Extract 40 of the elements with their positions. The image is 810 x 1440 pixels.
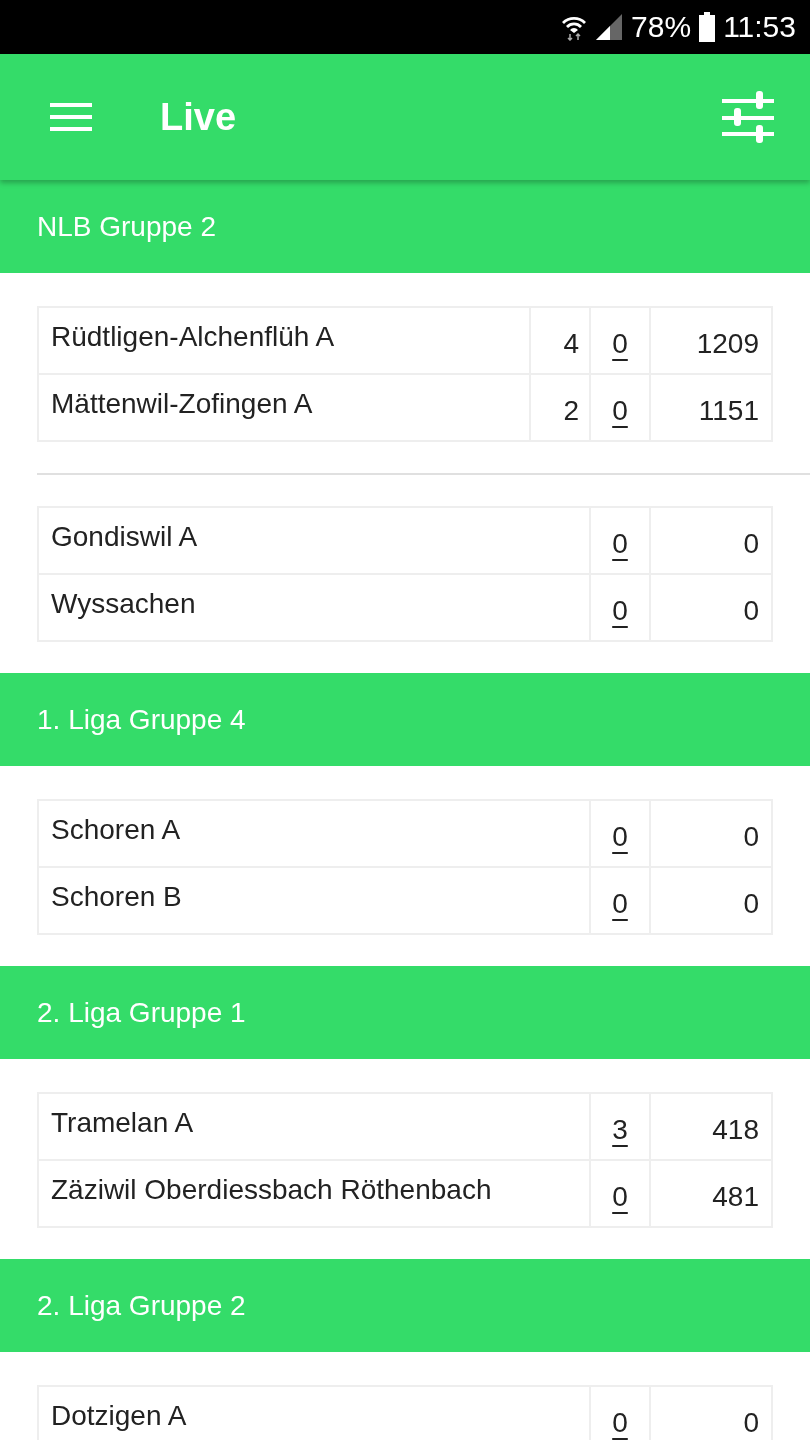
team-cell: Tramelan A xyxy=(38,1093,590,1160)
set-link[interactable]: 0 xyxy=(612,883,628,918)
score-cell: 1151 xyxy=(650,374,772,441)
score-cell: 0 xyxy=(650,867,772,934)
table-cell: 2 xyxy=(530,374,590,441)
table-cell: 4 xyxy=(530,307,590,374)
team-cell: Zäziwil Oberdiessbach Röthenbach xyxy=(38,1160,590,1227)
group-title: 2. Liga Gruppe 2 xyxy=(37,1288,246,1323)
score-cell: 481 xyxy=(650,1160,772,1227)
set-link[interactable]: 0 xyxy=(612,390,628,425)
group-title: NLB Gruppe 2 xyxy=(37,209,216,244)
set-link[interactable]: 0 xyxy=(612,1176,628,1211)
team-cell: Schoren A xyxy=(38,800,590,867)
signal-icon xyxy=(595,13,624,41)
set-link[interactable]: 0 xyxy=(612,590,628,625)
score-cell: 418 xyxy=(650,1093,772,1160)
score-cell: 0 xyxy=(650,574,772,641)
clock: 11:53 xyxy=(723,12,796,42)
set-link[interactable]: 0 xyxy=(612,1402,628,1437)
menu-icon[interactable] xyxy=(50,102,92,132)
app-title: Live xyxy=(160,95,238,139)
team-cell: Rüdtligen-Alchenflüh A xyxy=(38,307,530,374)
team-cell: Dotzigen A xyxy=(38,1386,590,1440)
team-cell: Wyssachen xyxy=(38,574,590,641)
score-cell: 0 xyxy=(650,1386,772,1440)
team-cell: Gondiswil A xyxy=(38,507,590,574)
score-cell: 0 xyxy=(650,800,772,867)
battery-icon xyxy=(699,12,716,42)
set-link[interactable]: 0 xyxy=(612,323,628,358)
set-link[interactable]: 0 xyxy=(612,523,628,558)
team-cell: Mättenwil-Zofingen A xyxy=(38,374,530,441)
set-link[interactable]: 0 xyxy=(612,816,628,851)
battery-percent: 78% xyxy=(631,12,692,42)
group-title: 2. Liga Gruppe 1 xyxy=(37,995,246,1030)
group-title: 1. Liga Gruppe 4 xyxy=(37,702,246,737)
set-link[interactable]: 3 xyxy=(612,1109,628,1144)
score-cell: 1209 xyxy=(650,307,772,374)
score-cell: 0 xyxy=(650,507,772,574)
filter-sliders-icon[interactable] xyxy=(722,91,774,143)
team-cell: Schoren B xyxy=(38,867,590,934)
